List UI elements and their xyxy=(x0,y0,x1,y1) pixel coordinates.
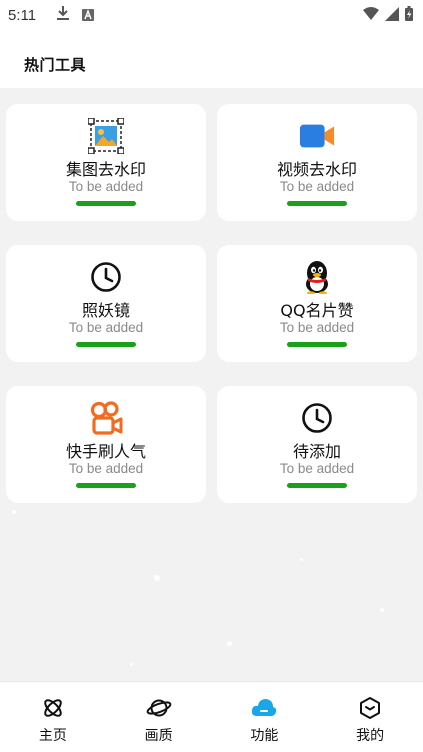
card-accent-bar xyxy=(287,342,347,347)
clock-icon xyxy=(299,400,335,436)
nav-item-home[interactable]: 主页 xyxy=(0,682,106,752)
background-sparkle xyxy=(12,510,16,514)
status-bar: 5:11 xyxy=(0,0,423,30)
card-title: 待添加 xyxy=(292,442,341,461)
cube-icon xyxy=(357,695,383,721)
header: 热门工具 xyxy=(0,30,423,88)
nav-label: 我的 xyxy=(356,728,385,744)
card-accent-bar xyxy=(76,483,136,488)
tool-card-video-watermark[interactable]: 视频去水印 To be added xyxy=(217,104,417,221)
card-subtitle: To be added xyxy=(279,179,355,194)
card-title: 集图去水印 xyxy=(65,160,146,179)
nav-item-quality[interactable]: 画质 xyxy=(106,682,212,752)
atom-icon xyxy=(40,695,66,721)
tool-card-image-watermark[interactable]: 集图去水印 To be added xyxy=(6,104,206,221)
bottom-nav: 主页 画质 功能 我的 xyxy=(0,681,423,752)
card-accent-bar xyxy=(287,483,347,488)
nav-item-features[interactable]: 功能 xyxy=(212,682,318,752)
card-subtitle: To be added xyxy=(279,320,355,335)
background-sparkle xyxy=(154,575,160,581)
card-subtitle: To be added xyxy=(68,320,144,335)
tool-card-kuaishou[interactable]: 快手刷人气 To be added xyxy=(6,386,206,503)
tool-card-qq-likes[interactable]: QQ名片赞 To be added xyxy=(217,245,417,362)
status-time: 5:11 xyxy=(8,6,37,24)
download-icon xyxy=(56,5,70,25)
card-title: QQ名片赞 xyxy=(280,301,354,320)
app-notification-icon xyxy=(82,6,95,25)
qq-penguin-icon xyxy=(299,259,335,295)
card-title: 视频去水印 xyxy=(276,160,357,179)
background-sparkle xyxy=(130,663,133,666)
nav-label: 主页 xyxy=(38,728,67,744)
nav-label: 功能 xyxy=(250,728,279,744)
card-title: 快手刷人气 xyxy=(65,442,146,461)
planet-icon xyxy=(146,695,172,721)
background-sparkle xyxy=(227,641,232,646)
background-sparkle xyxy=(300,558,303,561)
wifi-icon xyxy=(363,6,379,25)
card-title: 照妖镜 xyxy=(81,301,130,320)
nav-label: 画质 xyxy=(144,728,173,744)
card-accent-bar xyxy=(76,201,136,206)
card-accent-bar xyxy=(287,201,347,206)
tool-card-mirror[interactable]: 照妖镜 To be added xyxy=(6,245,206,362)
kuaishou-icon xyxy=(88,400,124,436)
card-subtitle: To be added xyxy=(68,461,144,476)
background-sparkle xyxy=(380,608,384,612)
battery-icon xyxy=(405,5,413,25)
card-subtitle: To be added xyxy=(68,179,144,194)
signal-icon xyxy=(385,6,399,25)
page-title: 热门工具 xyxy=(24,56,87,74)
cloud-icon xyxy=(251,695,277,721)
clock-icon xyxy=(88,259,124,295)
card-subtitle: To be added xyxy=(279,461,355,476)
tools-grid: 集图去水印 To be added 视频去水印 To be added 照妖镜 … xyxy=(0,88,423,681)
image-watermark-icon xyxy=(88,118,124,154)
video-camera-icon xyxy=(299,118,335,154)
nav-item-mine[interactable]: 我的 xyxy=(317,682,423,752)
card-accent-bar xyxy=(76,342,136,347)
tool-card-pending[interactable]: 待添加 To be added xyxy=(217,386,417,503)
